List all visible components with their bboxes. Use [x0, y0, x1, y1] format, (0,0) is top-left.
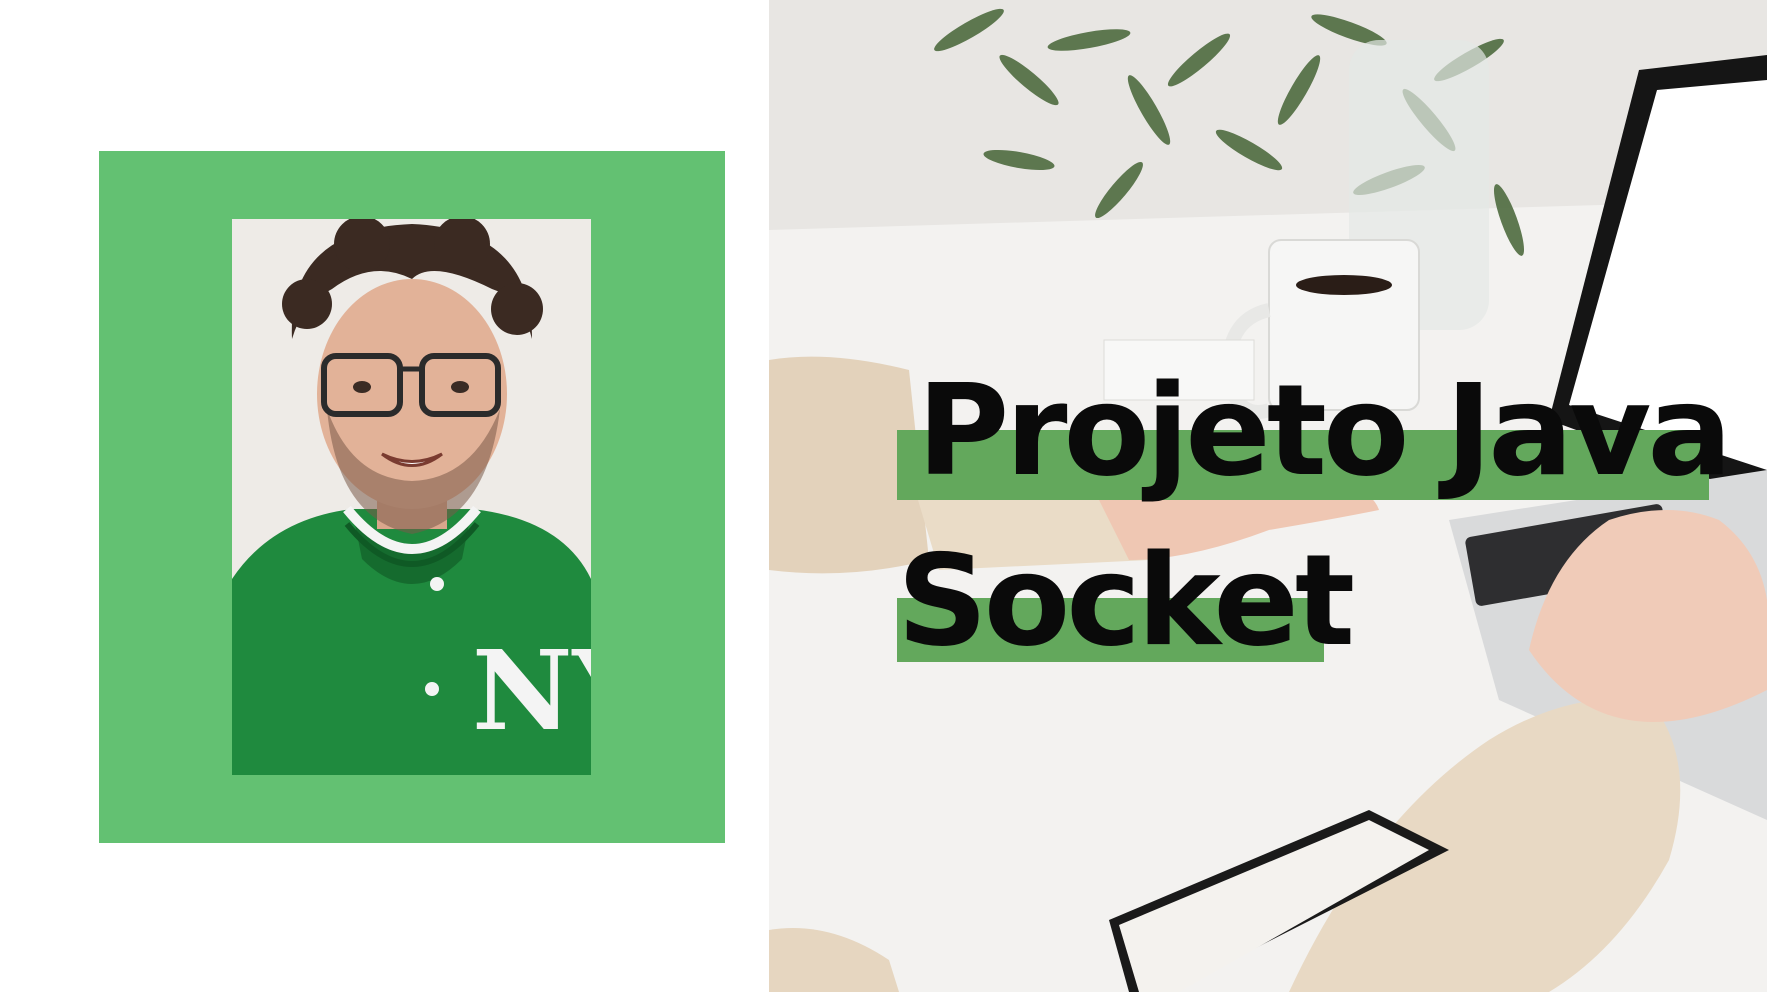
title-line-1: Projeto Java: [897, 356, 1757, 526]
presenter-photo: NY: [232, 219, 591, 775]
svg-text:NY: NY: [472, 626, 591, 755]
title-text-1: Projeto Java: [917, 357, 1732, 504]
left-panel: NY: [0, 0, 769, 992]
title-line-2: Socket: [897, 526, 1757, 696]
slide-title: Projeto Java Socket: [897, 356, 1757, 696]
title-text-2: Socket: [897, 527, 1355, 674]
